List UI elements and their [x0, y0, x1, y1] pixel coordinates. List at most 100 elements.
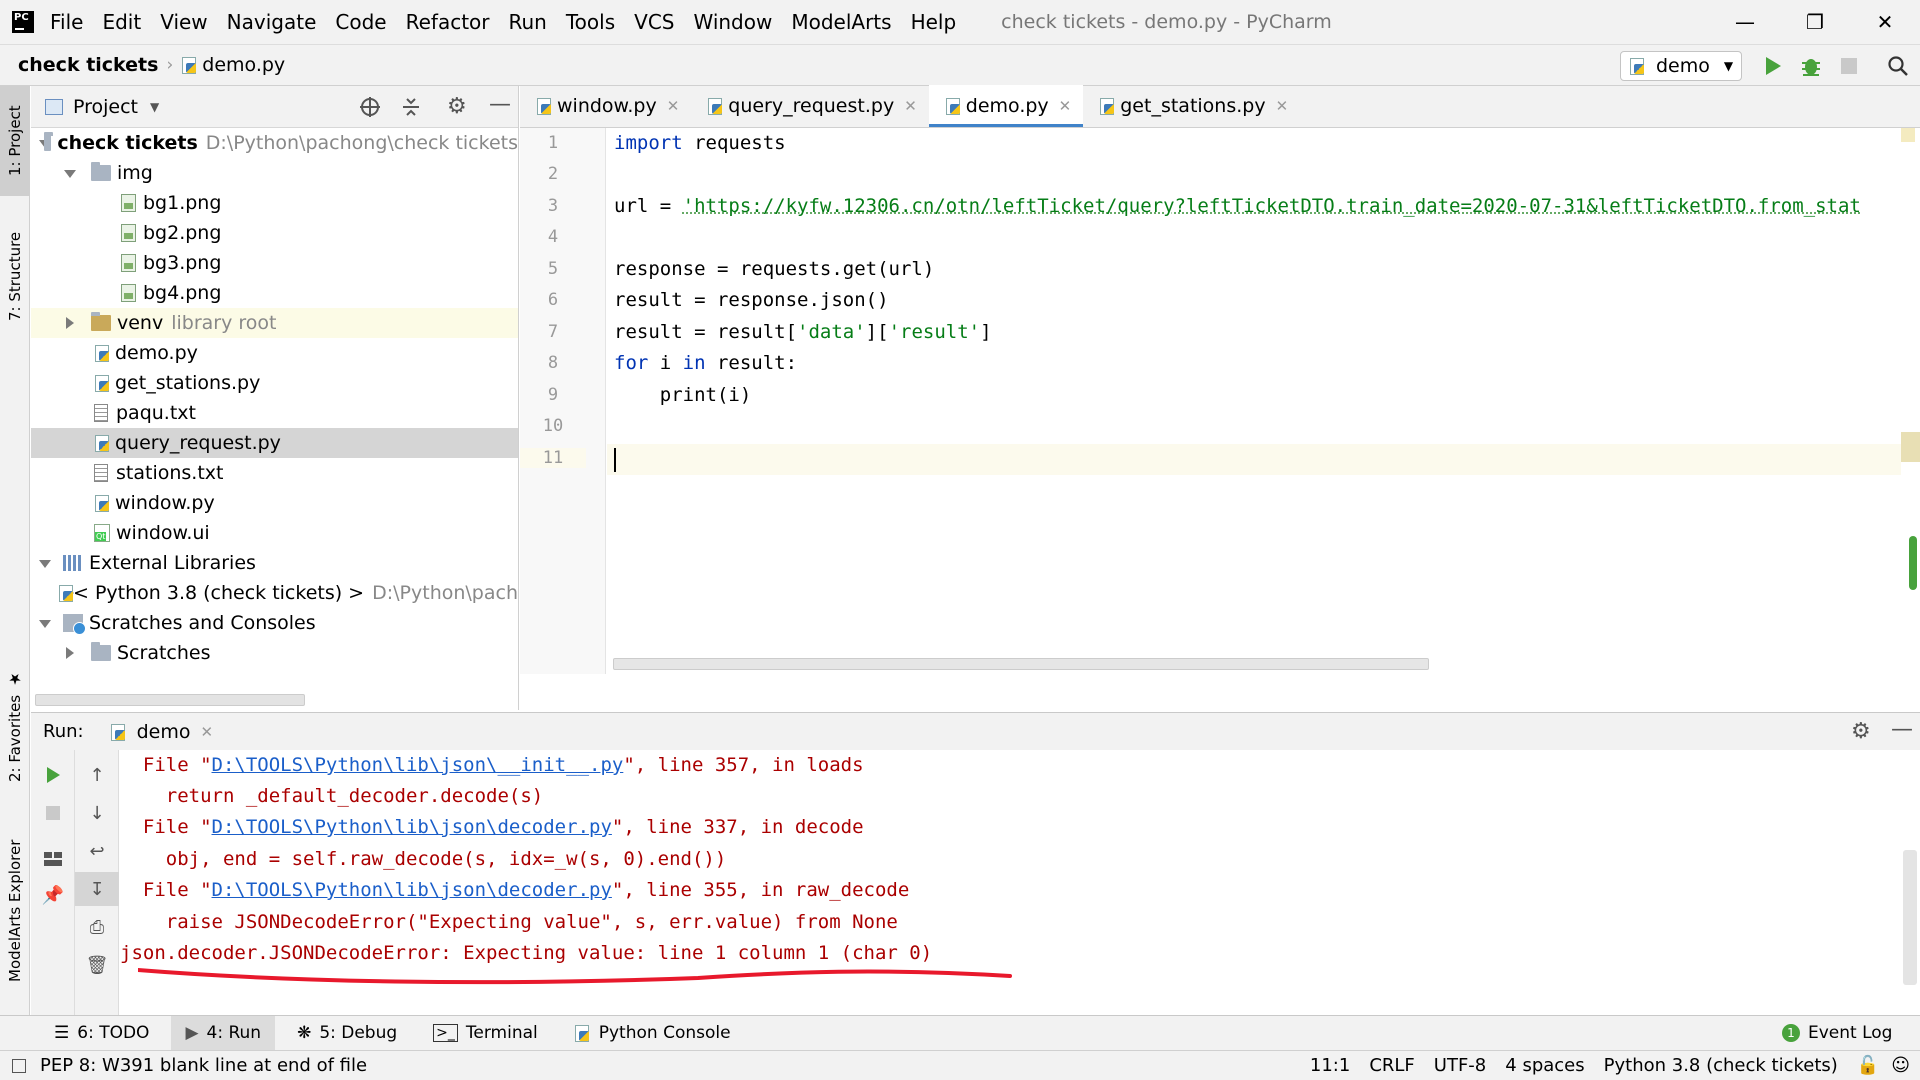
- menu-modelarts[interactable]: ModelArts: [791, 10, 891, 34]
- gear-icon[interactable]: ⚙: [447, 94, 467, 119]
- tool-tab-favorites[interactable]: 2: Favorites ★: [0, 666, 30, 786]
- tool-tab-todo[interactable]: ☰ 6: TODO: [40, 1016, 163, 1051]
- project-panel-title[interactable]: Project: [73, 96, 138, 118]
- print-icon[interactable]: ⎙: [75, 910, 119, 944]
- event-log-button[interactable]: 1 Event Log: [1768, 1016, 1906, 1051]
- hide-panel-icon[interactable]: —: [1891, 717, 1913, 742]
- menu-code[interactable]: Code: [335, 10, 386, 34]
- tree-item-bg3[interactable]: bg3.png: [31, 248, 518, 278]
- close-icon[interactable]: ✕: [667, 97, 680, 115]
- code-editor[interactable]: import requests url = 'https://kyfw.1230…: [607, 128, 1907, 674]
- menu-file[interactable]: File: [50, 10, 83, 34]
- file-link[interactable]: D:\TOOLS\Python\lib\json\decoder.py: [212, 879, 612, 901]
- tool-tab-debug[interactable]: ❋ 5: Debug: [283, 1016, 411, 1051]
- gear-icon[interactable]: ⚙: [1851, 719, 1871, 744]
- expand-arrow-icon[interactable]: [66, 317, 74, 329]
- stop-icon[interactable]: [31, 796, 75, 830]
- tree-item-img[interactable]: img: [31, 158, 518, 188]
- tree-item-query-request[interactable]: query_request.py: [31, 428, 518, 458]
- editor-horizontal-scrollbar[interactable]: [613, 658, 1429, 670]
- breadcrumb-project[interactable]: check tickets: [18, 54, 158, 76]
- menu-window[interactable]: Window: [693, 10, 772, 34]
- tool-tab-modelarts[interactable]: ModelArts Explorer: [0, 821, 30, 1001]
- pin-icon[interactable]: 📌: [31, 878, 75, 912]
- debug-icon[interactable]: [1798, 53, 1824, 79]
- tree-item-get-stations[interactable]: get_stations.py: [31, 368, 518, 398]
- run-tab-demo[interactable]: demo ✕: [110, 721, 213, 743]
- tree-item-bg4[interactable]: bg4.png: [31, 278, 518, 308]
- tree-item-scratches-consoles[interactable]: Scratches and Consoles: [31, 608, 518, 638]
- expand-arrow-icon[interactable]: [39, 620, 51, 628]
- soft-wrap-icon[interactable]: ↩: [75, 834, 119, 868]
- search-icon[interactable]: [1885, 53, 1911, 79]
- scroll-position-marker[interactable]: [1909, 536, 1917, 590]
- tab-demo-py[interactable]: demo.py ✕: [928, 85, 1084, 127]
- menu-vcs[interactable]: VCS: [634, 10, 674, 34]
- menu-edit[interactable]: Edit: [102, 10, 141, 34]
- close-icon[interactable]: ✕: [1850, 0, 1920, 44]
- tool-tab-python-console[interactable]: Python Console: [560, 1016, 745, 1051]
- menu-run[interactable]: Run: [509, 10, 547, 34]
- tree-item-scratches[interactable]: Scratches: [31, 638, 518, 668]
- layout-icon[interactable]: [31, 842, 75, 876]
- rerun-icon[interactable]: [31, 758, 75, 792]
- restore-icon[interactable]: ❐: [1780, 0, 1850, 44]
- tab-query-request-py[interactable]: query_request.py ✕: [691, 85, 929, 127]
- breadcrumb-file[interactable]: demo.py: [181, 54, 285, 76]
- python-interpreter[interactable]: Python 3.8 (check tickets): [1604, 1055, 1838, 1076]
- tool-tab-structure[interactable]: 7: Structure: [0, 216, 30, 336]
- menu-tools[interactable]: Tools: [566, 10, 615, 34]
- horizontal-scrollbar[interactable]: [35, 694, 305, 706]
- tool-tab-project[interactable]: 1: Project: [0, 86, 30, 196]
- chevron-down-icon[interactable]: ▼: [150, 100, 159, 114]
- inspector-icon[interactable]: ☺: [1891, 1055, 1910, 1076]
- tree-item-window-ui[interactable]: window.ui: [31, 518, 518, 548]
- file-link[interactable]: D:\TOOLS\Python\lib\json\__init__.py: [212, 754, 624, 776]
- tree-item-bg1[interactable]: bg1.png: [31, 188, 518, 218]
- file-link[interactable]: D:\TOOLS\Python\lib\json\decoder.py: [212, 816, 612, 838]
- run-console-output[interactable]: File "D:\TOOLS\Python\lib\json\__init__.…: [120, 750, 1900, 1015]
- tree-item-external-libraries[interactable]: External Libraries: [31, 548, 518, 578]
- tree-item-venv[interactable]: venv library root: [31, 308, 518, 338]
- tree-item-window-py[interactable]: window.py: [31, 488, 518, 518]
- menu-view[interactable]: View: [160, 10, 207, 34]
- hide-panel-icon[interactable]: —: [489, 92, 511, 117]
- tree-item-root[interactable]: check tickets D:\Python\pachong\check tic…: [31, 128, 518, 158]
- menu-help[interactable]: Help: [911, 10, 957, 34]
- tree-item-demo[interactable]: demo.py: [31, 338, 518, 368]
- tree-item-bg2[interactable]: bg2.png: [31, 218, 518, 248]
- tab-window-py[interactable]: window.py ✕: [520, 85, 691, 127]
- scroll-to-end-icon[interactable]: ↧: [75, 872, 119, 906]
- inspection-marker-icon[interactable]: [1901, 128, 1915, 142]
- menu-refactor[interactable]: Refactor: [406, 10, 490, 34]
- locate-icon[interactable]: [359, 96, 381, 123]
- lock-icon[interactable]: 🔓: [1857, 1055, 1879, 1076]
- trash-icon[interactable]: 🗑: [75, 948, 119, 982]
- run-icon[interactable]: [1760, 53, 1786, 79]
- expand-arrow-icon[interactable]: [66, 647, 74, 659]
- console-vertical-scrollbar[interactable]: [1903, 850, 1917, 985]
- line-separator[interactable]: CRLF: [1369, 1055, 1414, 1076]
- minimize-icon[interactable]: —: [1710, 0, 1780, 44]
- run-config-select[interactable]: demo ▼: [1620, 51, 1742, 81]
- close-icon[interactable]: ✕: [904, 97, 917, 115]
- tool-tab-terminal[interactable]: >_ Terminal: [419, 1016, 552, 1051]
- caret-position[interactable]: 11:1: [1310, 1055, 1350, 1076]
- tab-get-stations-py[interactable]: get_stations.py ✕: [1083, 85, 1300, 127]
- stop-icon[interactable]: [1836, 53, 1862, 79]
- tree-item-stations[interactable]: stations.txt: [31, 458, 518, 488]
- arrow-down-icon[interactable]: ↓: [75, 796, 119, 830]
- collapse-all-icon[interactable]: [401, 96, 421, 123]
- close-icon[interactable]: ✕: [1276, 97, 1289, 115]
- tool-tab-run[interactable]: ▶ 4: Run: [171, 1015, 276, 1051]
- tree-item-python-sdk[interactable]: < Python 3.8 (check tickets) > D:\Python\…: [31, 578, 518, 608]
- expand-arrow-icon[interactable]: [39, 560, 51, 568]
- toggle-tool-windows-icon[interactable]: [12, 1058, 26, 1073]
- menu-navigate[interactable]: Navigate: [227, 10, 317, 34]
- close-icon[interactable]: ✕: [1059, 97, 1072, 115]
- expand-arrow-icon[interactable]: [64, 170, 76, 178]
- tree-item-paqu[interactable]: paqu.txt: [31, 398, 518, 428]
- indent-setting[interactable]: 4 spaces: [1505, 1055, 1584, 1076]
- close-icon[interactable]: ✕: [200, 723, 213, 741]
- arrow-up-icon[interactable]: ↑: [75, 758, 119, 792]
